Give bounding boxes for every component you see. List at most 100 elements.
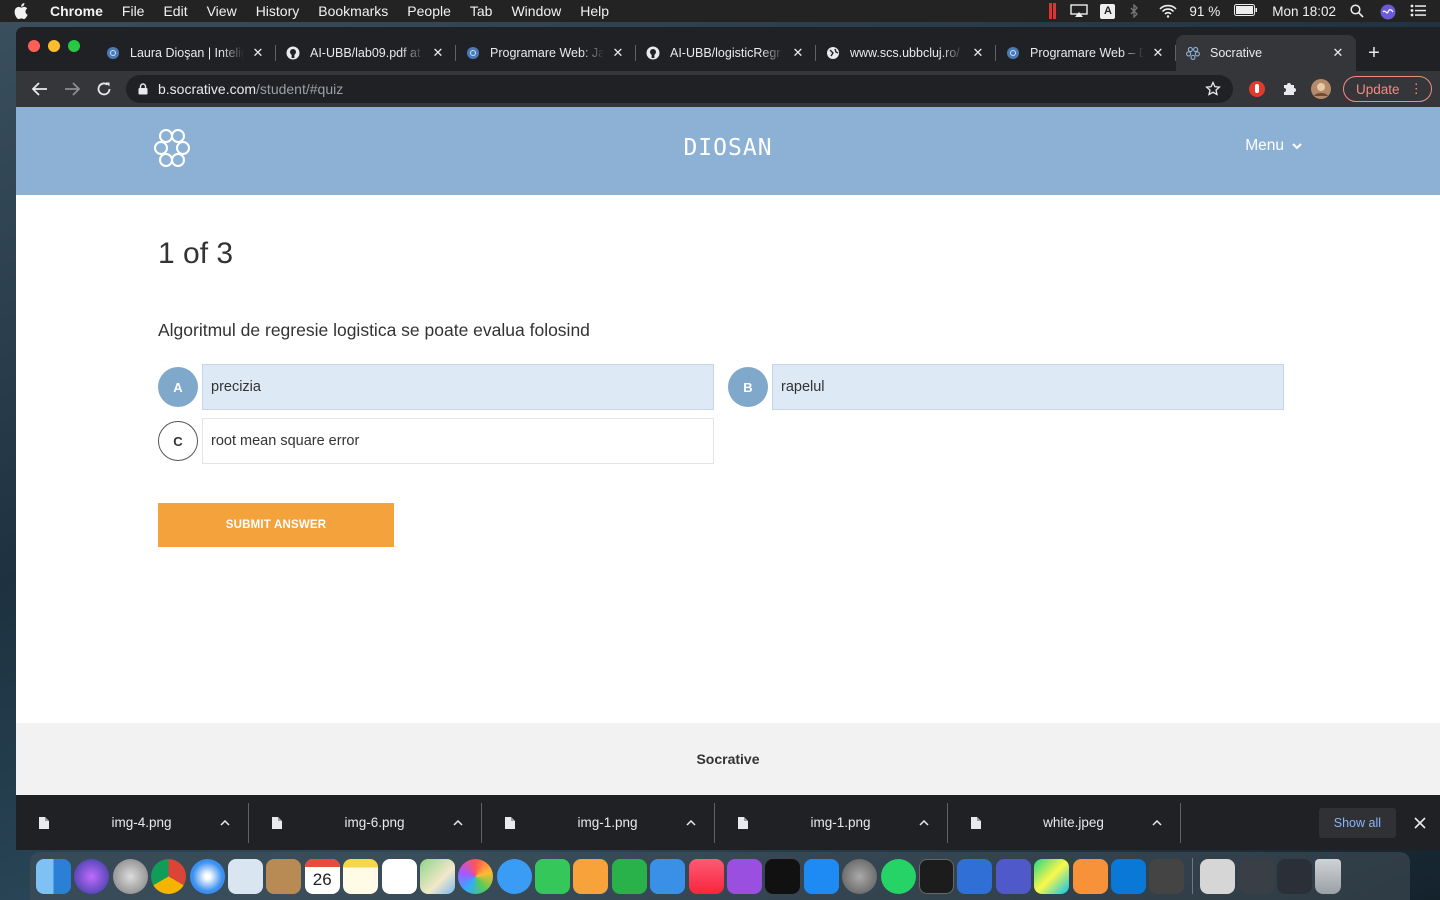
download-item[interactable]: img-6.png [249, 795, 482, 850]
facetime-icon[interactable] [535, 858, 571, 894]
launchpad-icon[interactable] [112, 858, 148, 894]
chevron-up-icon[interactable] [683, 819, 699, 826]
close-tab-icon[interactable]: ✕ [1150, 45, 1166, 61]
tab-programare-web-ja[interactable]: Programare Web: Ja ✕ [456, 35, 636, 71]
tab-laura-diosan[interactable]: Laura Dioşan | Intelig ✕ [96, 35, 276, 71]
teams-icon[interactable] [995, 858, 1031, 894]
pause-icon[interactable] [1049, 3, 1057, 19]
notes-icon[interactable] [343, 858, 379, 894]
bookmark-star-icon[interactable] [1205, 81, 1221, 97]
battery-icon[interactable] [1234, 4, 1258, 18]
chevron-up-icon[interactable] [916, 819, 932, 826]
reminders-icon[interactable] [381, 858, 417, 894]
screenshot-icon-2[interactable] [1276, 858, 1312, 894]
menu-app-name[interactable]: Chrome [50, 3, 103, 19]
choice-letter[interactable]: A [158, 367, 198, 407]
numbers-icon[interactable] [611, 858, 647, 894]
chevron-up-icon[interactable] [217, 819, 233, 826]
wifi-icon[interactable] [1159, 4, 1178, 18]
choice-text[interactable]: root mean square error [202, 418, 714, 464]
tab-github-logistic[interactable]: AI-UBB/logisticRegr ✕ [636, 35, 816, 71]
menu-edit[interactable]: Edit [163, 3, 187, 19]
address-bar[interactable]: b.socrative.com/student/#quiz [126, 75, 1233, 103]
notification-center-icon[interactable] [1410, 4, 1426, 18]
tab-socrative[interactable]: Socrative ✕ [1176, 35, 1356, 71]
app-store-icon[interactable] [803, 858, 839, 894]
choice-letter[interactable]: C [158, 421, 198, 461]
site-menu-button[interactable]: Menu [1245, 137, 1302, 155]
forward-arrow-icon[interactable] [56, 75, 88, 103]
profile-avatar[interactable] [1305, 75, 1337, 103]
bluetooth-icon[interactable] [1129, 3, 1145, 19]
download-item[interactable]: white.jpeg [948, 795, 1181, 850]
podcasts-icon[interactable] [727, 858, 763, 894]
new-tab-button[interactable]: + [1356, 35, 1392, 71]
preview-icon[interactable] [227, 858, 263, 894]
contacts-icon[interactable] [266, 858, 302, 894]
keynote-icon[interactable] [650, 858, 686, 894]
close-window-button[interactable] [28, 40, 40, 52]
menu-help[interactable]: Help [580, 3, 609, 19]
chevron-up-icon[interactable] [1149, 819, 1165, 826]
whatsapp-icon[interactable] [880, 858, 916, 894]
maps-icon[interactable] [419, 858, 455, 894]
choice-text[interactable]: rapelul [772, 364, 1284, 410]
system-preferences-icon[interactable] [842, 858, 878, 894]
choice-c[interactable]: C root mean square error [158, 418, 714, 464]
tab-scs-ubbcluj[interactable]: www.scs.ubbcluj.ro/ ✕ [816, 35, 996, 71]
vpn-icon[interactable] [1149, 858, 1185, 894]
clock[interactable]: Mon 18:02 [1272, 4, 1336, 19]
download-item[interactable]: img-4.png [16, 795, 249, 850]
show-all-downloads-button[interactable]: Show all [1318, 807, 1396, 838]
calendar-icon[interactable]: 26 [304, 858, 340, 894]
windows-icon[interactable] [1110, 858, 1146, 894]
pages-icon[interactable] [573, 858, 609, 894]
menu-window[interactable]: Window [511, 3, 561, 19]
airplay-icon[interactable] [1070, 4, 1089, 18]
back-arrow-icon[interactable] [24, 75, 56, 103]
reload-icon[interactable] [88, 75, 120, 103]
photos-icon[interactable] [458, 858, 494, 894]
finder-icon[interactable] [36, 858, 71, 894]
apple-icon[interactable] [14, 3, 28, 19]
safari-icon[interactable] [189, 858, 225, 894]
lock-icon[interactable] [138, 83, 148, 95]
download-item[interactable]: img-1.png [715, 795, 948, 850]
activity-monitor-icon[interactable] [957, 858, 993, 894]
pycharm-icon[interactable] [1034, 858, 1070, 894]
close-shelf-icon[interactable] [1410, 813, 1430, 833]
screenshot-icon[interactable] [1238, 858, 1274, 894]
sublime-icon[interactable] [1072, 858, 1108, 894]
zoom-window-button[interactable] [68, 40, 80, 52]
terminal-icon[interactable] [918, 858, 954, 894]
tab-github-lab09[interactable]: AI-UBB/lab09.pdf at ✕ [276, 35, 456, 71]
music-icon[interactable] [688, 858, 724, 894]
close-tab-icon[interactable]: ✕ [1330, 45, 1346, 61]
tab-programare-web-d[interactable]: Programare Web – D ✕ [996, 35, 1176, 71]
close-tab-icon[interactable]: ✕ [430, 45, 446, 61]
choice-text[interactable]: precizia [202, 364, 714, 410]
messages-icon[interactable] [496, 858, 532, 894]
update-button[interactable]: Update ⋮ [1342, 76, 1432, 102]
trash-icon[interactable] [1315, 858, 1342, 894]
choice-a[interactable]: A precizia [158, 364, 714, 410]
menu-bookmarks[interactable]: Bookmarks [318, 3, 388, 19]
menu-view[interactable]: View [207, 3, 237, 19]
submit-answer-button[interactable]: SUBMIT ANSWER [158, 503, 394, 547]
menu-file[interactable]: File [122, 3, 145, 19]
spotlight-icon[interactable] [1350, 4, 1366, 18]
close-tab-icon[interactable]: ✕ [610, 45, 626, 61]
menu-tab[interactable]: Tab [470, 3, 493, 19]
close-tab-icon[interactable]: ✕ [970, 45, 986, 61]
extensions-puzzle-icon[interactable] [1273, 75, 1305, 103]
close-tab-icon[interactable]: ✕ [790, 45, 806, 61]
chevron-up-icon[interactable] [450, 819, 466, 826]
extension-adblock-icon[interactable] [1241, 75, 1273, 103]
choice-letter[interactable]: B [728, 367, 768, 407]
siri-icon[interactable] [74, 858, 110, 894]
menu-people[interactable]: People [407, 3, 451, 19]
minimize-window-button[interactable] [48, 40, 60, 52]
download-item[interactable]: img-1.png [482, 795, 715, 850]
menu-history[interactable]: History [256, 3, 300, 19]
close-tab-icon[interactable]: ✕ [250, 45, 266, 61]
